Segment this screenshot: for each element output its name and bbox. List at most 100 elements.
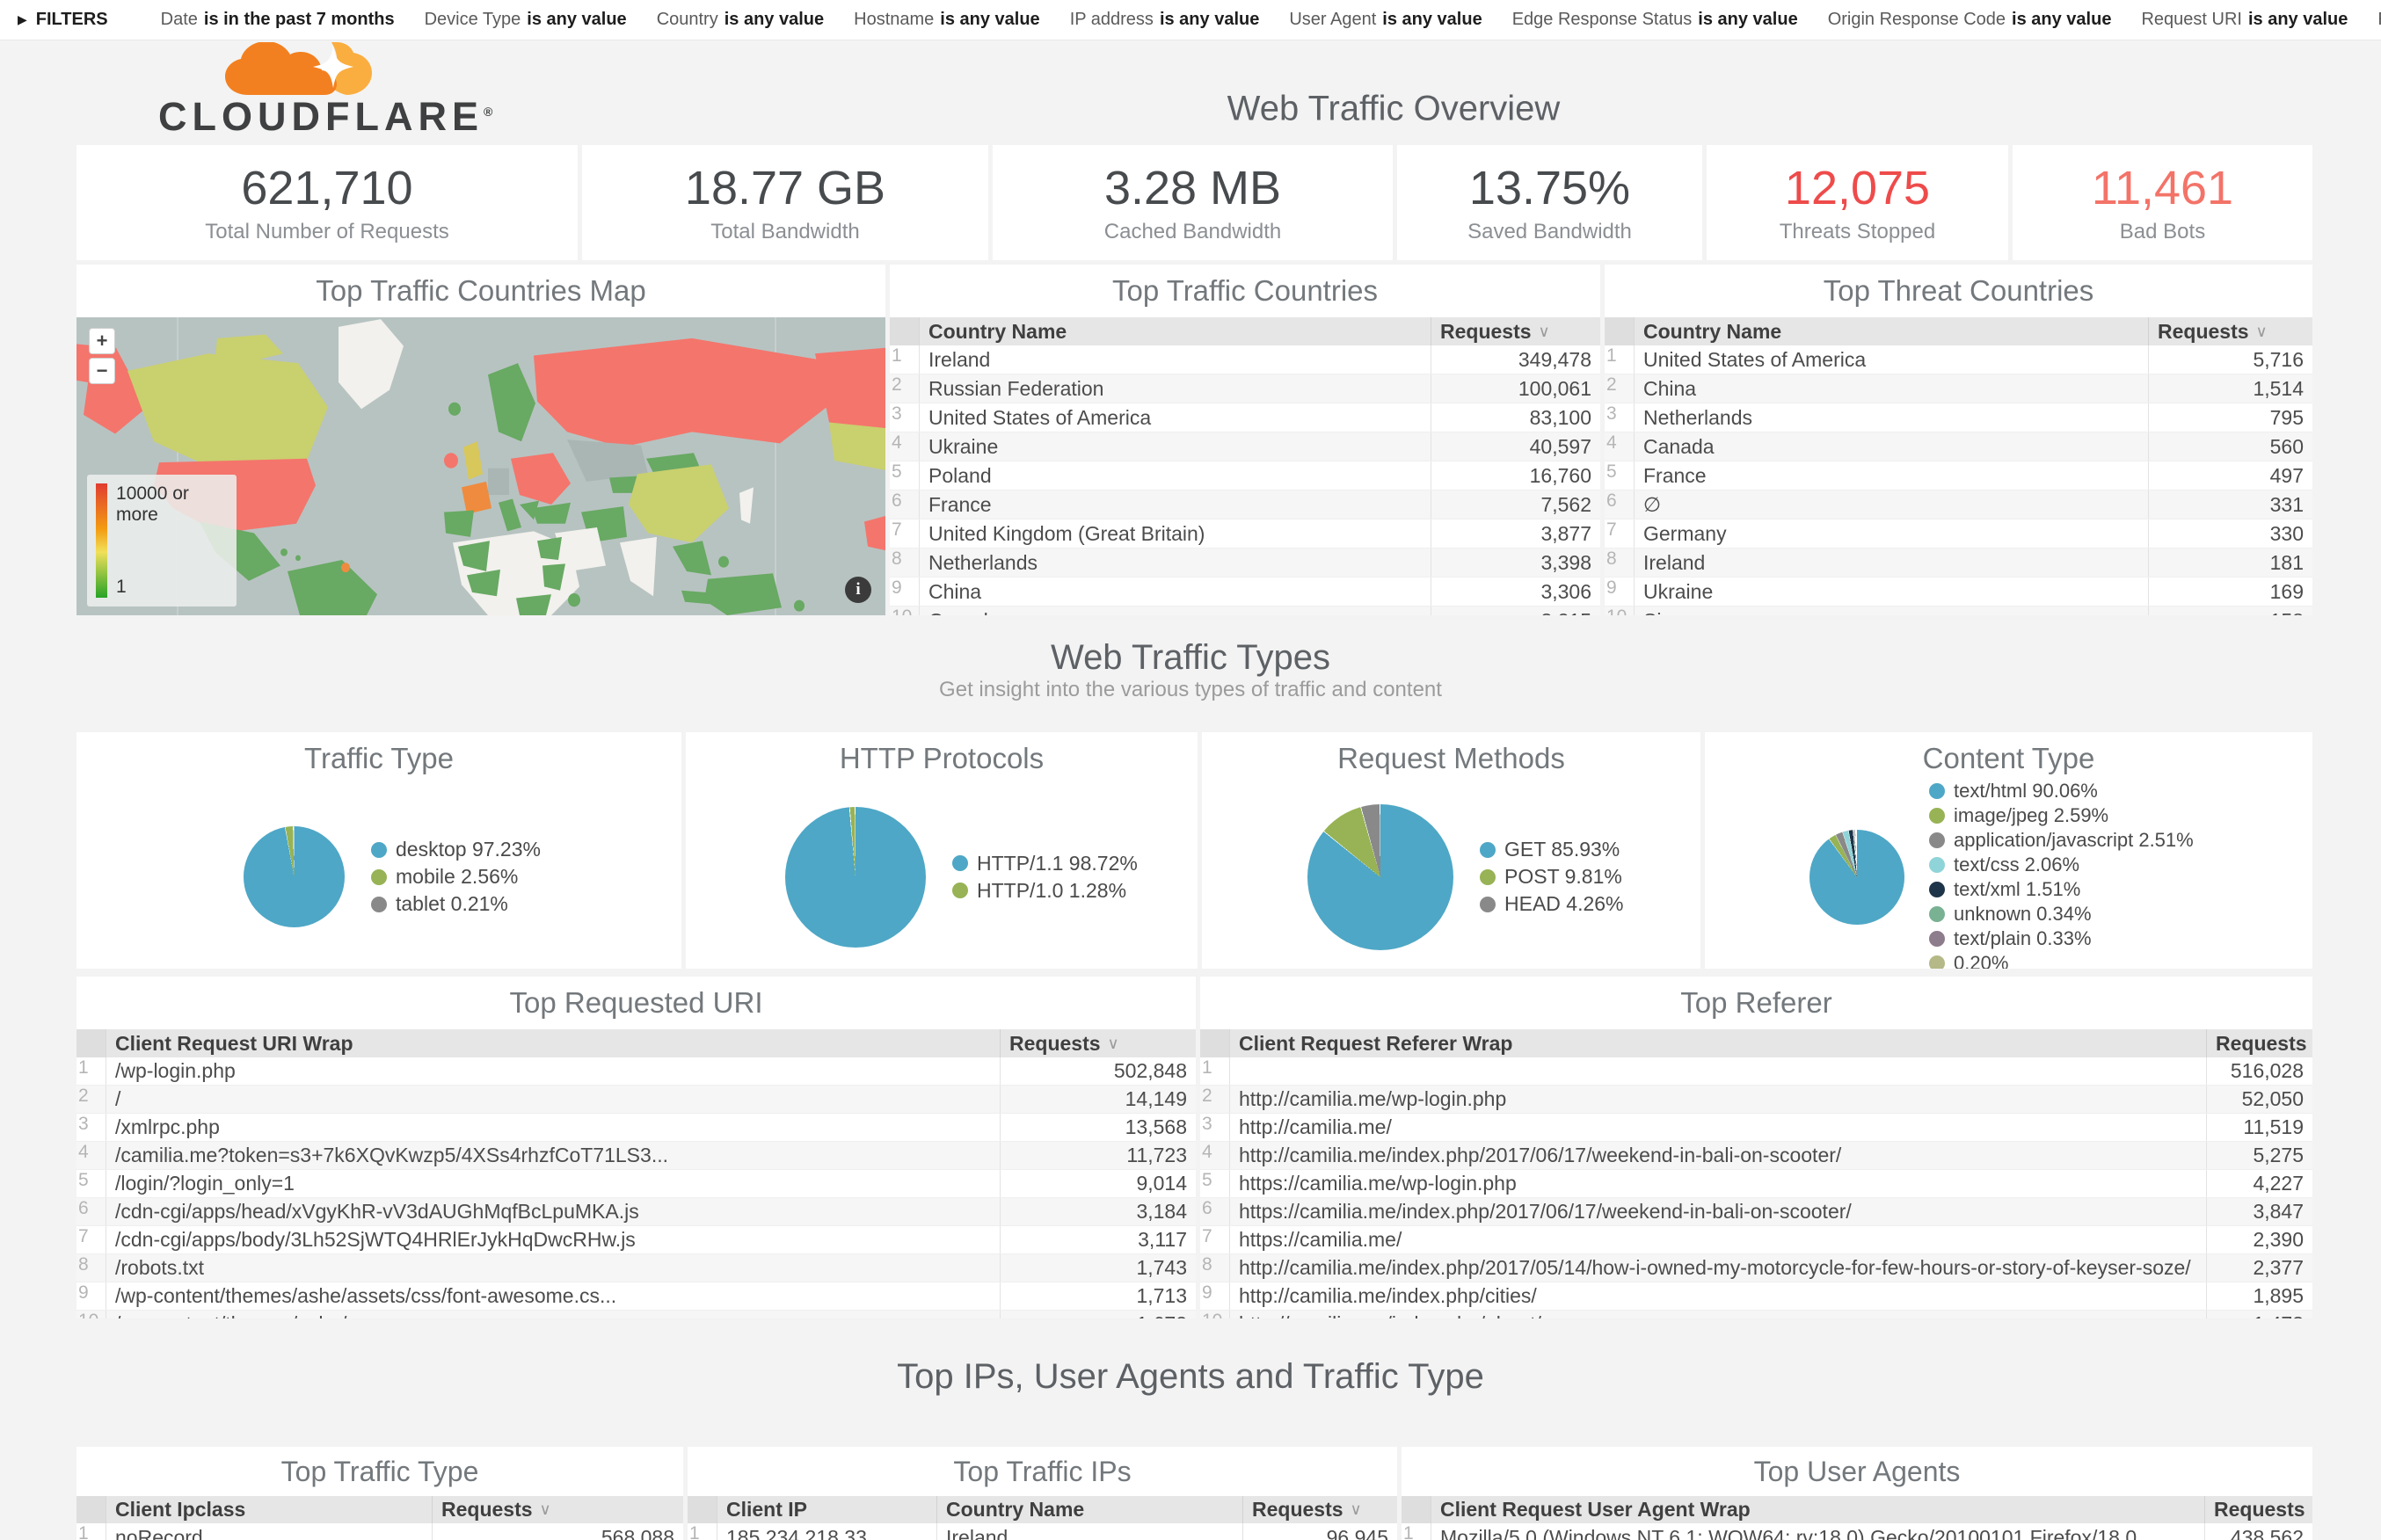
filter-item-user-agent[interactable]: User Agentis any value — [1289, 10, 1482, 30]
table-cell[interactable]: Ukraine — [920, 432, 1431, 461]
table-cell[interactable]: http://camilia.me/ — [1230, 1114, 2206, 1141]
table-cell[interactable]: / — [106, 1086, 1000, 1113]
table-cell[interactable]: 349,478 — [1431, 345, 1600, 374]
content-type-pie-chart[interactable] — [1809, 830, 1904, 925]
table-cell[interactable]: /cdn-cgi/apps/head/xVgyKhR-vV3dAUGhMqfBc… — [106, 1198, 1000, 1225]
table-cell[interactable]: 1,473 — [2206, 1311, 2312, 1318]
legend-item[interactable]: HEAD 4.26% — [1480, 893, 1624, 916]
table-cell[interactable]: 1,514 — [2148, 374, 2312, 403]
table-cell[interactable]: /wp-login.php — [106, 1057, 1000, 1085]
table-cell[interactable]: 3,877 — [1431, 519, 1600, 548]
world-map[interactable]: + − 10000 or more 1 i — [76, 317, 885, 615]
table-cell[interactable]: noRecord — [106, 1523, 432, 1540]
filter-item-ip-address[interactable]: IP addressis any value — [1070, 10, 1260, 30]
table-cell[interactable]: 1,672 — [1000, 1311, 1196, 1318]
table-cell[interactable]: http://camilia.me/wp-login.php — [1230, 1086, 2206, 1113]
filter-item-device-type[interactable]: Device Typeis any value — [425, 10, 627, 30]
table-cell[interactable]: 3,184 — [1000, 1198, 1196, 1225]
filter-item-edge-response-status[interactable]: Edge Response Statusis any value — [1512, 10, 1798, 30]
column-header-client-ip[interactable]: Client IP — [717, 1496, 936, 1523]
table-cell[interactable]: https://camilia.me/wp-login.php — [1230, 1170, 2206, 1197]
filter-item-request-uri[interactable]: Request URIis any value — [2141, 10, 2348, 30]
table-cell[interactable]: Netherlands — [1635, 403, 2148, 432]
map-info-button[interactable]: i — [845, 577, 871, 603]
column-header-country[interactable]: Country Name — [1635, 317, 2148, 345]
table-cell[interactable]: 3,847 — [2206, 1198, 2312, 1225]
table-cell[interactable]: Mozilla/5.0 (Windows NT 6.1; WOW64; rv:1… — [1431, 1523, 2204, 1540]
stat-total-requests[interactable]: 621,710 Total Number of Requests — [76, 145, 578, 260]
table-cell[interactable]: Poland — [920, 461, 1431, 490]
table-cell[interactable]: 11,519 — [2206, 1114, 2312, 1141]
table-cell[interactable]: 568,088 — [432, 1523, 683, 1540]
table-cell[interactable]: 11,723 — [1000, 1142, 1196, 1169]
table-cell[interactable]: /camilia.me?token=s3+7k6XQvKwzp5/4XSs4rh… — [106, 1142, 1000, 1169]
table-cell[interactable]: Ukraine — [1635, 578, 2148, 606]
http-protocols-pie-chart[interactable] — [785, 807, 926, 948]
table-cell[interactable]: 14,149 — [1000, 1086, 1196, 1113]
table-cell[interactable]: 3,117 — [1000, 1226, 1196, 1253]
table-cell[interactable]: 3,306 — [1431, 578, 1600, 606]
column-header-country[interactable]: Country Name — [936, 1496, 1242, 1523]
table-cell[interactable]: 1,713 — [1000, 1282, 1196, 1310]
legend-item[interactable]: mobile 2.56% — [371, 866, 541, 889]
filter-item-hostname[interactable]: Hostnameis any value — [854, 10, 1040, 30]
table-cell[interactable]: 795 — [2148, 403, 2312, 432]
table-cell[interactable]: 330 — [2148, 519, 2312, 548]
table-cell[interactable]: 16,760 — [1431, 461, 1600, 490]
table-cell[interactable]: Germany — [1635, 519, 2148, 548]
table-cell[interactable]: 497 — [2148, 461, 2312, 490]
column-header-requests[interactable]: Requests∨ — [1242, 1496, 1397, 1523]
legend-item[interactable]: 0.20% — [1929, 952, 2194, 970]
table-cell[interactable]: Russian Federation — [920, 374, 1431, 403]
column-header-referer[interactable]: Client Request Referer Wrap — [1230, 1029, 2206, 1057]
table-cell[interactable]: United Kingdom (Great Britain) — [920, 519, 1431, 548]
table-cell[interactable]: /xmlrpc.php — [106, 1114, 1000, 1141]
table-cell[interactable]: 169 — [2148, 578, 2312, 606]
map-zoom-out-button[interactable]: − — [89, 358, 115, 384]
table-cell[interactable]: Netherlands — [920, 548, 1431, 577]
column-header-requests[interactable]: Requests∨ — [1000, 1029, 1196, 1057]
table-cell[interactable]: /robots.txt — [106, 1254, 1000, 1282]
column-header-user-agent[interactable]: Client Request User Agent Wrap — [1431, 1496, 2204, 1523]
table-cell[interactable]: Canada — [1635, 432, 2148, 461]
table-cell[interactable]: 5,716 — [2148, 345, 2312, 374]
table-cell[interactable]: 100,061 — [1431, 374, 1600, 403]
stat-total-bandwidth[interactable]: 18.77 GB Total Bandwidth — [582, 145, 988, 260]
filter-item-origin-response-code[interactable]: Origin Response Codeis any value — [1828, 10, 2112, 30]
table-cell[interactable]: 52,050 — [2206, 1086, 2312, 1113]
table-cell[interactable]: China — [920, 578, 1431, 606]
filter-item-rayid[interactable]: RayIDis any value — [2377, 10, 2381, 30]
stat-bad-bots[interactable]: 11,461 Bad Bots — [2013, 145, 2312, 260]
table-cell[interactable]: 9,014 — [1000, 1170, 1196, 1197]
table-cell[interactable]: 185.234.218.33 — [717, 1523, 936, 1540]
legend-item[interactable]: HTTP/1.0 1.28% — [952, 879, 1138, 902]
map-zoom-in-button[interactable]: + — [89, 328, 115, 354]
table-cell[interactable]: 158 — [2148, 607, 2312, 615]
legend-item[interactable]: text/xml 1.51% — [1929, 878, 2194, 901]
table-cell[interactable]: 5,275 — [2206, 1142, 2312, 1169]
legend-item[interactable]: text/css 2.06% — [1929, 854, 2194, 876]
stat-saved-bandwidth[interactable]: 13.75% Saved Bandwidth — [1397, 145, 1702, 260]
table-cell[interactable]: http://camilia.me/index.php/cities/ — [1230, 1282, 2206, 1310]
table-cell[interactable]: http://camilia.me/index.php/about/ — [1230, 1311, 2206, 1318]
column-header-ipclass[interactable]: Client Ipclass — [106, 1496, 432, 1523]
table-cell[interactable]: 7,562 — [1431, 490, 1600, 519]
legend-item[interactable]: text/html 90.06% — [1929, 780, 2194, 803]
table-cell[interactable]: http://camilia.me/index.php/2017/06/17/w… — [1230, 1142, 2206, 1169]
table-cell[interactable]: Ireland — [936, 1523, 1242, 1540]
legend-item[interactable]: text/plain 0.33% — [1929, 927, 2194, 950]
legend-item[interactable]: desktop 97.23% — [371, 839, 541, 861]
table-cell[interactable]: Canada — [920, 607, 1431, 615]
table-cell[interactable]: /login/?login_only=1 — [106, 1170, 1000, 1197]
table-cell[interactable]: 438,562 — [2204, 1523, 2312, 1540]
request-methods-pie-chart[interactable] — [1307, 804, 1453, 950]
table-cell[interactable]: 331 — [2148, 490, 2312, 519]
legend-item[interactable]: POST 9.81% — [1480, 866, 1624, 889]
table-cell[interactable]: 96,945 — [1242, 1523, 1397, 1540]
legend-item[interactable]: unknown 0.34% — [1929, 903, 2194, 926]
table-cell[interactable]: ∅ — [1635, 490, 2148, 519]
table-cell[interactable]: 1,743 — [1000, 1254, 1196, 1282]
table-cell[interactable]: 83,100 — [1431, 403, 1600, 432]
table-cell[interactable]: 13,568 — [1000, 1114, 1196, 1141]
stat-cached-bandwidth[interactable]: 3.28 MB Cached Bandwidth — [993, 145, 1393, 260]
